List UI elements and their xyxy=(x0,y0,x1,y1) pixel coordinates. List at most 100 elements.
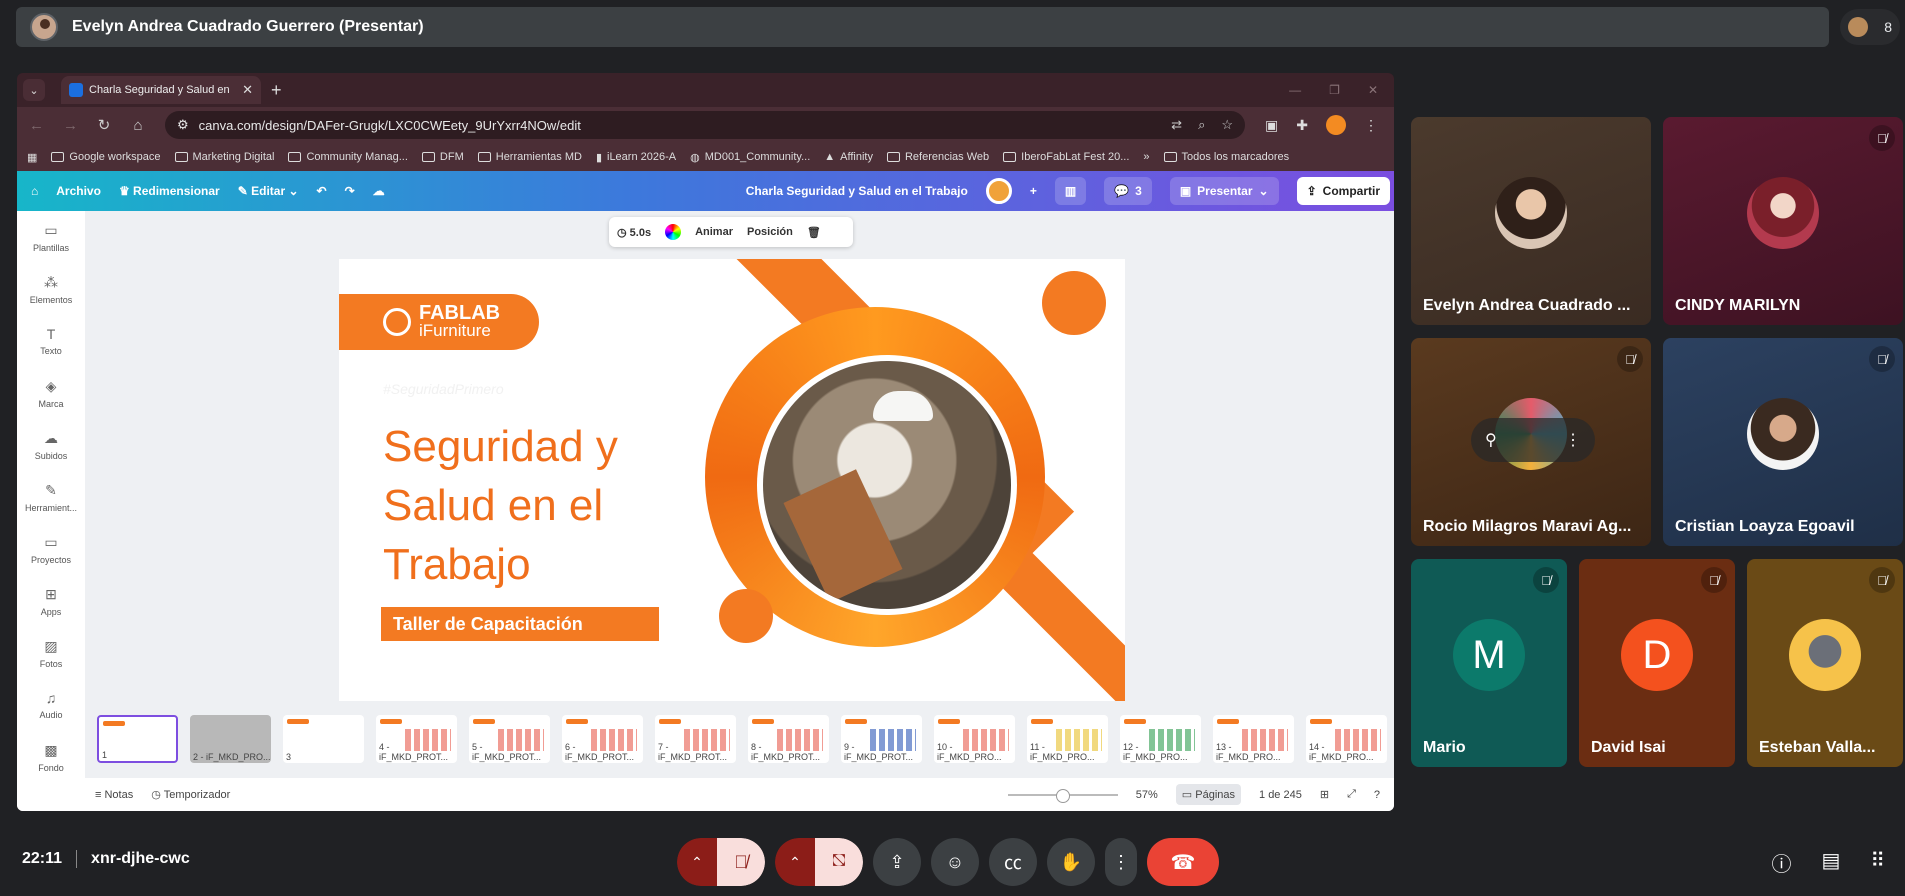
comments-button[interactable]: 💬 3 xyxy=(1104,177,1152,205)
minimize-icon[interactable]: — xyxy=(1289,83,1301,97)
bookmark-item[interactable]: ▲ Affinity xyxy=(824,151,873,163)
participant-tile[interactable]: 🎙̸ ⚲ ⋮ Rocio Milagros Maravi Ag... xyxy=(1411,338,1651,546)
color-picker-icon[interactable] xyxy=(665,224,682,240)
share-button[interactable]: ⇪ Compartir xyxy=(1296,177,1390,205)
sidebar-item-audio[interactable]: ♫ Audio xyxy=(17,679,85,731)
reload-icon[interactable]: ↻ xyxy=(97,116,111,134)
emoji-button[interactable]: ☺ xyxy=(931,838,979,886)
participant-tile[interactable]: 🎙̸ M Mario xyxy=(1411,559,1567,767)
cloud-save-icon[interactable]: ☁ xyxy=(373,184,385,198)
pages-button[interactable]: ▭ Páginas xyxy=(1175,784,1242,805)
sidebar-item-fotos[interactable]: ▨ Fotos xyxy=(17,627,85,679)
restore-icon[interactable]: ❐ xyxy=(1329,83,1340,97)
sidebar-item-subidos[interactable]: ☁ Subidos xyxy=(17,419,85,471)
bookmark-item[interactable]: Community Manag... xyxy=(288,151,408,163)
present-button[interactable]: ▣ Presentar ⌄ xyxy=(1169,177,1279,205)
site-info-icon[interactable]: ⚙ xyxy=(177,117,189,133)
sidebar-item-texto[interactable]: T Texto xyxy=(17,315,85,367)
video-options-icon[interactable]: ⌃ xyxy=(775,838,815,886)
help-icon[interactable]: ? xyxy=(1374,789,1394,801)
raise-hand-button[interactable]: ✋ xyxy=(1047,838,1095,886)
page-thumbnail[interactable]: 7 - iF_MKD_PROT... xyxy=(655,715,736,763)
home-icon[interactable]: ⌂ xyxy=(131,117,145,134)
page-thumbnail[interactable]: 11 - iF_MKD_PRO... xyxy=(1027,715,1108,763)
address-bar[interactable]: ⚙ canva.com/design/DAFer-Grugk/LXC0CWEet… xyxy=(165,111,1245,139)
sidebar-item-fondo[interactable]: ▩ Fondo xyxy=(17,731,85,783)
redo-icon[interactable]: ↷ xyxy=(345,184,355,198)
position-button[interactable]: Posición xyxy=(747,226,793,238)
zoom-slider[interactable] xyxy=(1007,788,1118,803)
slide-canvas[interactable]: FABLAB iFurniture #SeguridadPrimero Segur… xyxy=(339,259,1125,701)
bookmark-item[interactable]: IberoFabLat Fest 20... xyxy=(1003,151,1129,163)
duration-button[interactable]: ◷ 5.0s xyxy=(617,226,651,239)
add-collaborator-icon[interactable]: + xyxy=(1030,184,1037,198)
captions-button[interactable]: ㏄ xyxy=(989,838,1037,886)
bookmark-item[interactable]: Marketing Digital xyxy=(174,151,274,163)
grid-view-icon[interactable]: ⊞ xyxy=(1320,788,1329,801)
animate-button[interactable]: Animar xyxy=(695,226,733,238)
participant-tile[interactable]: Evelyn Andrea Cuadrado ... xyxy=(1411,117,1651,325)
audio-options-icon[interactable]: ⌃ xyxy=(677,838,717,886)
page-thumbnail[interactable]: 5 - iF_MKD_PROT... xyxy=(469,715,550,763)
page-thumbnail[interactable]: 1 xyxy=(97,715,178,763)
extensions-puzzle-icon[interactable]: ✚ xyxy=(1296,117,1308,134)
page-thumbnail[interactable]: 6 - iF_MKD_PROT... xyxy=(562,715,643,763)
page-thumbnail[interactable]: 8 - iF_MKD_PROT... xyxy=(748,715,829,763)
sidebar-item-apps[interactable]: ⊞ Apps xyxy=(17,575,85,627)
zoom-icon[interactable]: ⌕ xyxy=(1198,117,1205,133)
chat-icon[interactable]: ▤ xyxy=(1821,848,1840,877)
home-icon[interactable]: ⌂ xyxy=(31,184,38,198)
bookmark-item[interactable]: Google workspace xyxy=(51,151,161,163)
page-thumbnail[interactable]: 14 - iF_MKD_PRO... xyxy=(1306,715,1387,763)
participant-tile[interactable]: 🎙̸ Esteban Valla... xyxy=(1747,559,1903,767)
end-call-button[interactable]: ☎ xyxy=(1147,838,1219,886)
more-options-icon[interactable]: ⋮ xyxy=(1565,430,1581,450)
page-thumbnail[interactable]: 3 xyxy=(283,715,364,763)
sidebar-item-plantillas[interactable]: ▭ Plantillas xyxy=(17,211,85,263)
participant-tile[interactable]: 🎙̸ D David Isai xyxy=(1579,559,1735,767)
participant-tile[interactable]: 🎙̸ Cristian Loayza Egoavil xyxy=(1663,338,1903,546)
tab-close-icon[interactable]: ✕ xyxy=(242,82,253,98)
activities-icon[interactable]: ⠿ xyxy=(1870,848,1885,877)
fullscreen-icon[interactable]: ⤢ xyxy=(1347,788,1356,801)
participant-tile[interactable]: 🎙̸ CINDY MARILYN xyxy=(1663,117,1903,325)
sidebar-item-marca[interactable]: ◈ Marca xyxy=(17,367,85,419)
meeting-details-icon[interactable]: ⓘ xyxy=(1771,848,1791,877)
bookmark-item[interactable]: DFM xyxy=(421,151,464,163)
new-tab-icon[interactable]: + xyxy=(271,80,282,101)
bookmark-item[interactable]: Herramientas MD xyxy=(477,151,582,163)
apps-grid-icon[interactable]: ▦ xyxy=(27,151,37,164)
sidebar-item-elementos[interactable]: ⁂ Elementos xyxy=(17,263,85,315)
resize-button[interactable]: ♛ Redimensionar xyxy=(119,184,220,198)
browser-menu-icon[interactable]: ⋮ xyxy=(1364,117,1378,134)
archivo-menu[interactable]: Archivo xyxy=(56,184,101,198)
translate-icon[interactable]: ⇄ xyxy=(1171,117,1182,133)
more-options-button[interactable]: ⋮ xyxy=(1105,838,1137,886)
browser-tab[interactable]: Charla Seguridad y Salud en ✕ xyxy=(61,76,261,104)
user-avatar[interactable] xyxy=(985,178,1012,204)
bookmark-star-icon[interactable]: ☆ xyxy=(1221,117,1233,133)
camera-off-button[interactable]: ⛞ xyxy=(815,838,863,886)
sidebar-item-proyectos[interactable]: ▭ Proyectos xyxy=(17,523,85,575)
bookmark-item[interactable]: ▮ iLearn 2026-A xyxy=(596,151,676,164)
more-bookmarks-icon[interactable]: » xyxy=(1143,151,1149,163)
profile-icon[interactable] xyxy=(1325,115,1346,135)
zoom-level[interactable]: 57% xyxy=(1136,789,1158,801)
mic-off-button[interactable]: 🎙̸ xyxy=(717,838,765,886)
extension-icon[interactable]: ▣ xyxy=(1265,117,1278,134)
trash-icon[interactable]: 🗑 xyxy=(807,226,821,239)
present-screen-button[interactable]: ⇪ xyxy=(873,838,921,886)
page-thumbnail[interactable]: 2 - iF_MKD_PRO... xyxy=(190,715,271,763)
close-window-icon[interactable]: ✕ xyxy=(1368,83,1378,97)
tab-search-icon[interactable]: ⌄ xyxy=(23,79,45,101)
page-thumbnail[interactable]: 12 - iF_MKD_PRO... xyxy=(1120,715,1201,763)
all-bookmarks[interactable]: Todos los marcadores xyxy=(1163,151,1289,163)
forward-icon[interactable]: → xyxy=(63,117,78,134)
page-thumbnail[interactable]: 13 - iF_MKD_PRO... xyxy=(1213,715,1294,763)
page-thumbnail[interactable]: 4 - iF_MKD_PROT... xyxy=(376,715,457,763)
sidebar-item-herramientas[interactable]: ✎ Herramient... xyxy=(17,471,85,523)
participants-button[interactable]: 8 xyxy=(1840,9,1900,45)
back-icon[interactable]: ← xyxy=(29,117,44,134)
undo-icon[interactable]: ↶ xyxy=(317,184,327,198)
edit-menu[interactable]: ✎ Editar ⌄ xyxy=(238,184,299,198)
